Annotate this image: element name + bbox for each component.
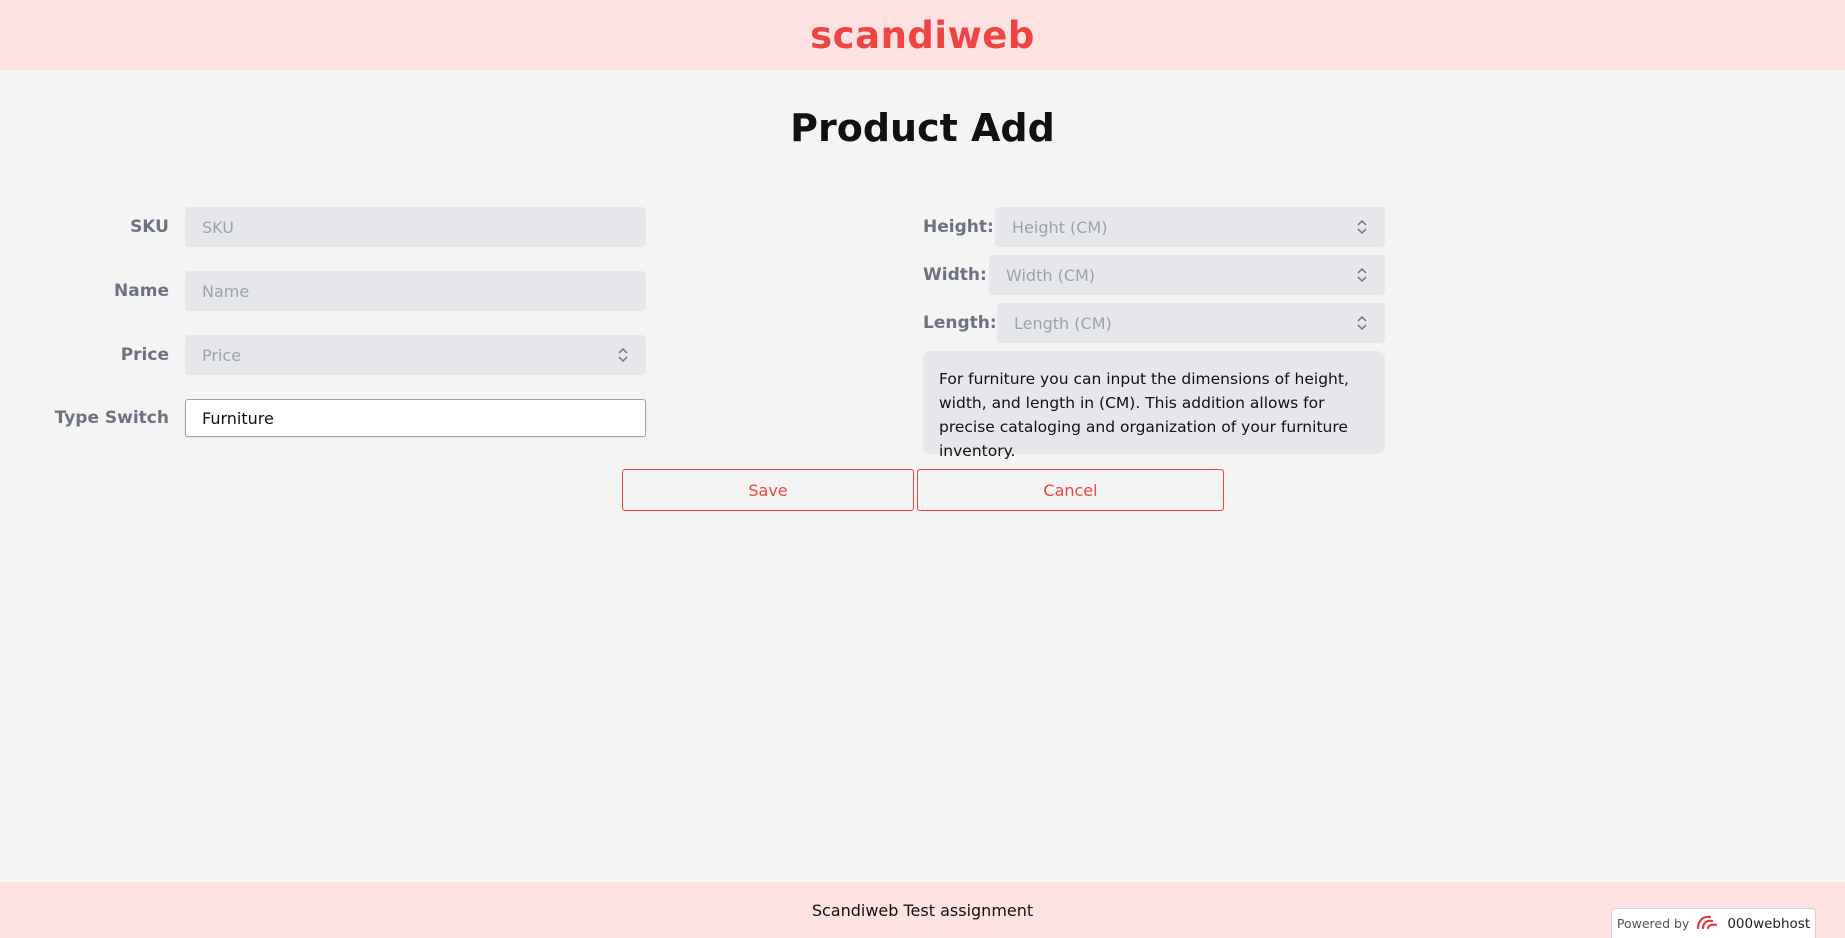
- price-placeholder: Price: [202, 345, 242, 365]
- powered-by-text: Powered by: [1616, 916, 1690, 931]
- page-title: Product Add: [790, 106, 1055, 150]
- type-switch-value: Furniture: [202, 408, 274, 428]
- type-switch-label: Type Switch: [54, 408, 169, 428]
- name-label: Name: [114, 281, 169, 301]
- height-placeholder: Height (CM): [1012, 217, 1108, 237]
- height-input[interactable]: Height (CM): [995, 207, 1385, 247]
- width-placeholder: Width (CM): [1006, 265, 1096, 285]
- height-label: Height:: [923, 217, 994, 237]
- length-input[interactable]: Length (CM): [997, 303, 1385, 343]
- type-switch-select[interactable]: Furniture: [185, 399, 646, 437]
- name-input[interactable]: [185, 271, 646, 311]
- price-label: Price: [120, 345, 169, 365]
- stepper-icon[interactable]: [617, 347, 629, 363]
- stepper-icon[interactable]: [1356, 267, 1368, 283]
- width-label: Width:: [923, 265, 987, 285]
- stepper-icon[interactable]: [1356, 219, 1368, 235]
- top-header: scandiweb: [0, 0, 1845, 70]
- price-input[interactable]: Price: [185, 335, 646, 375]
- host-name: 000webhost: [1727, 915, 1811, 932]
- save-button[interactable]: Save: [622, 469, 914, 511]
- furniture-info-box: For furniture you can input the dimensio…: [923, 351, 1385, 460]
- brand-logo[interactable]: scandiweb: [810, 14, 1035, 57]
- 000webhost-logo-icon: [1695, 913, 1721, 935]
- stepper-icon[interactable]: [1356, 315, 1368, 331]
- length-placeholder: Length (CM): [1014, 313, 1112, 333]
- cancel-button[interactable]: Cancel: [917, 469, 1224, 511]
- powered-by-badge[interactable]: Powered by 000webhost: [1611, 908, 1816, 938]
- sku-input[interactable]: [185, 207, 646, 247]
- length-label: Length:: [923, 313, 997, 333]
- footer-text: Scandiweb Test assignment: [811, 900, 1034, 920]
- width-input[interactable]: Width (CM): [989, 255, 1385, 295]
- sku-label: SKU: [130, 217, 169, 237]
- footer: Scandiweb Test assignment: [0, 882, 1845, 938]
